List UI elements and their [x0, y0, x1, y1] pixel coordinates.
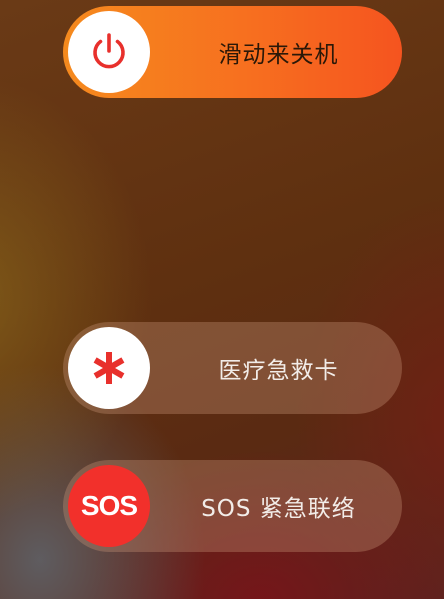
medical-id-slider[interactable]: 医疗急救卡	[63, 322, 402, 414]
power-icon	[93, 33, 125, 69]
emergency-sos-label: SOS 紧急联络	[201, 496, 356, 522]
sos-knob[interactable]: SOS	[68, 465, 150, 547]
power-off-knob[interactable]	[68, 11, 150, 93]
asterisk-icon	[93, 352, 125, 384]
medical-id-knob[interactable]	[68, 327, 150, 409]
power-off-slider[interactable]: 滑动来关机	[63, 6, 402, 98]
power-off-label: 滑动来关机	[218, 42, 339, 68]
emergency-sos-slider[interactable]: SOS SOS 紧急联络	[63, 460, 402, 552]
medical-id-label: 医疗急救卡	[218, 358, 339, 384]
